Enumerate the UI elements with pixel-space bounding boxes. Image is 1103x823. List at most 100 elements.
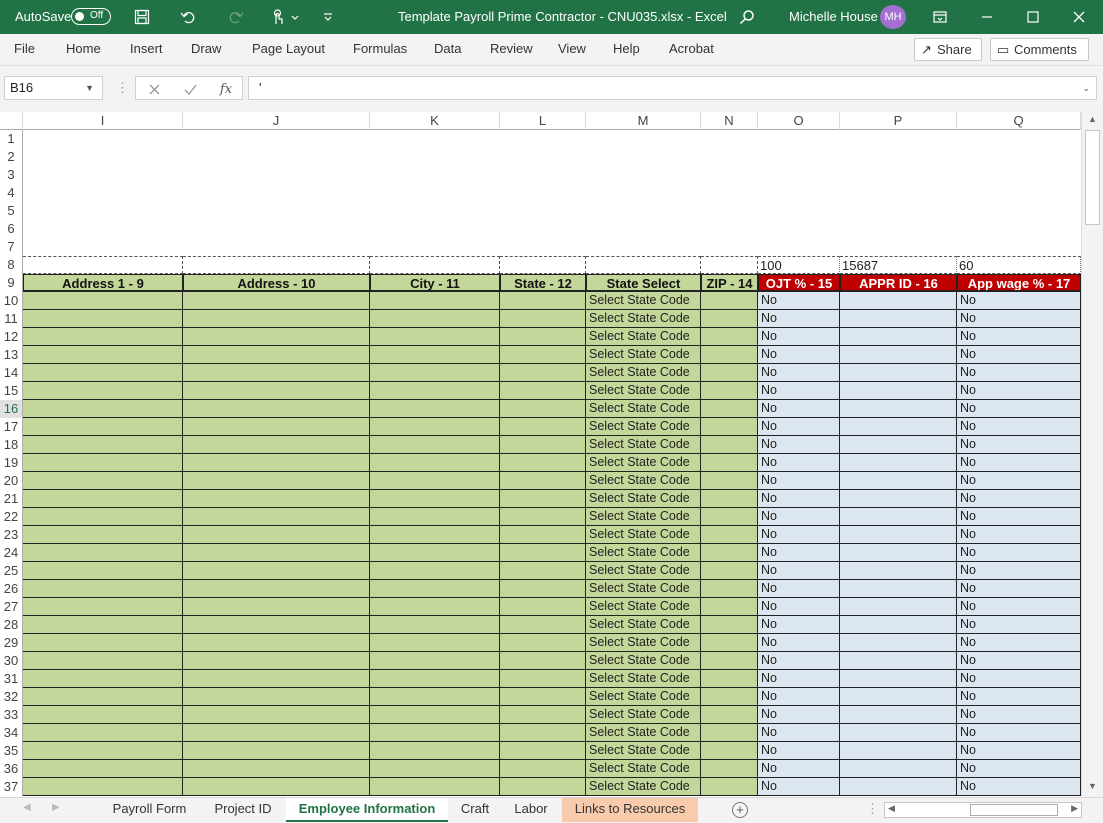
cell-k8[interactable] bbox=[370, 256, 500, 274]
cell-j28[interactable] bbox=[183, 616, 370, 634]
cell-n19[interactable] bbox=[701, 454, 758, 472]
column-header-o[interactable]: O bbox=[758, 112, 840, 130]
cell-l20[interactable] bbox=[500, 472, 586, 490]
user-name[interactable]: Michelle House bbox=[789, 0, 878, 34]
cell-o16[interactable]: No bbox=[758, 400, 840, 418]
cell-m31[interactable]: Select State Code bbox=[586, 670, 701, 688]
tab-split-icon[interactable]: ⋮ bbox=[866, 801, 879, 817]
cell-p21[interactable] bbox=[840, 490, 957, 508]
cell-o35[interactable]: No bbox=[758, 742, 840, 760]
column-header-l[interactable]: L bbox=[500, 112, 586, 130]
row-header[interactable]: 35 bbox=[0, 742, 23, 760]
cell-p32[interactable] bbox=[840, 688, 957, 706]
scroll-right-icon[interactable]: ▶ bbox=[1071, 803, 1078, 814]
cell-o28[interactable]: No bbox=[758, 616, 840, 634]
cell-l24[interactable] bbox=[500, 544, 586, 562]
cell-m16[interactable]: Select State Code bbox=[586, 400, 701, 418]
cell-m19[interactable]: Select State Code bbox=[586, 454, 701, 472]
cell-n12[interactable] bbox=[701, 328, 758, 346]
row-header[interactable]: 23 bbox=[0, 526, 23, 544]
cell-l32[interactable] bbox=[500, 688, 586, 706]
cell-l4[interactable] bbox=[500, 184, 586, 202]
cell-i12[interactable] bbox=[23, 328, 183, 346]
insert-function-icon[interactable]: fx bbox=[217, 81, 235, 97]
cell-p11[interactable] bbox=[840, 310, 957, 328]
cell-p22[interactable] bbox=[840, 508, 957, 526]
cell-m32[interactable]: Select State Code bbox=[586, 688, 701, 706]
cell-q5[interactable] bbox=[957, 202, 1081, 220]
cell-l34[interactable] bbox=[500, 724, 586, 742]
expand-formula-icon[interactable]: ⌄ bbox=[1082, 77, 1090, 99]
cell-o34[interactable]: No bbox=[758, 724, 840, 742]
cell-j11[interactable] bbox=[183, 310, 370, 328]
cell-n26[interactable] bbox=[701, 580, 758, 598]
cell-o7[interactable] bbox=[758, 238, 840, 256]
cell-p13[interactable] bbox=[840, 346, 957, 364]
cell-j3[interactable] bbox=[183, 166, 370, 184]
cell-k5[interactable] bbox=[370, 202, 500, 220]
cell-i10[interactable] bbox=[23, 292, 183, 310]
tab-insert[interactable]: Insert bbox=[130, 34, 163, 64]
next-sheet-icon[interactable]: ▶ bbox=[52, 802, 60, 813]
cell-k1[interactable] bbox=[370, 130, 500, 148]
tab-data[interactable]: Data bbox=[434, 34, 461, 64]
cell-i32[interactable] bbox=[23, 688, 183, 706]
cell-q26[interactable]: No bbox=[957, 580, 1081, 598]
share-button[interactable]: ↗ Share bbox=[914, 38, 982, 61]
cell-o25[interactable]: No bbox=[758, 562, 840, 580]
cell-i36[interactable] bbox=[23, 760, 183, 778]
cell-i19[interactable] bbox=[23, 454, 183, 472]
column-header-k[interactable]: K bbox=[370, 112, 500, 130]
cell-o36[interactable]: No bbox=[758, 760, 840, 778]
cell-k30[interactable] bbox=[370, 652, 500, 670]
cell-k10[interactable] bbox=[370, 292, 500, 310]
cell-p28[interactable] bbox=[840, 616, 957, 634]
row-header[interactable]: 18 bbox=[0, 436, 23, 454]
cell-i5[interactable] bbox=[23, 202, 183, 220]
cell-j12[interactable] bbox=[183, 328, 370, 346]
cell-q13[interactable]: No bbox=[957, 346, 1081, 364]
cell-o9[interactable]: OJT % - 15 bbox=[758, 274, 840, 292]
cell-j6[interactable] bbox=[183, 220, 370, 238]
cell-l7[interactable] bbox=[500, 238, 586, 256]
cell-k23[interactable] bbox=[370, 526, 500, 544]
cell-p18[interactable] bbox=[840, 436, 957, 454]
cell-k20[interactable] bbox=[370, 472, 500, 490]
cell-j30[interactable] bbox=[183, 652, 370, 670]
cell-k36[interactable] bbox=[370, 760, 500, 778]
cell-p8[interactable]: 15687 bbox=[840, 256, 957, 274]
cell-k28[interactable] bbox=[370, 616, 500, 634]
cell-l37[interactable] bbox=[500, 778, 586, 796]
cell-k25[interactable] bbox=[370, 562, 500, 580]
cell-q10[interactable]: No bbox=[957, 292, 1081, 310]
cell-k3[interactable] bbox=[370, 166, 500, 184]
cell-o1[interactable] bbox=[758, 130, 840, 148]
row-header[interactable]: 37 bbox=[0, 778, 23, 796]
cell-m11[interactable]: Select State Code bbox=[586, 310, 701, 328]
cell-n22[interactable] bbox=[701, 508, 758, 526]
cell-k7[interactable] bbox=[370, 238, 500, 256]
tab-page-layout[interactable]: Page Layout bbox=[252, 34, 325, 64]
cell-o26[interactable]: No bbox=[758, 580, 840, 598]
cell-p14[interactable] bbox=[840, 364, 957, 382]
cell-p31[interactable] bbox=[840, 670, 957, 688]
cell-k6[interactable] bbox=[370, 220, 500, 238]
cell-n2[interactable] bbox=[701, 148, 758, 166]
cell-q11[interactable]: No bbox=[957, 310, 1081, 328]
cell-m17[interactable]: Select State Code bbox=[586, 418, 701, 436]
cell-l27[interactable] bbox=[500, 598, 586, 616]
cell-l17[interactable] bbox=[500, 418, 586, 436]
cell-k19[interactable] bbox=[370, 454, 500, 472]
redo-icon[interactable] bbox=[224, 5, 248, 29]
cell-n4[interactable] bbox=[701, 184, 758, 202]
cell-m3[interactable] bbox=[586, 166, 701, 184]
cell-j37[interactable] bbox=[183, 778, 370, 796]
cell-j35[interactable] bbox=[183, 742, 370, 760]
row-header[interactable]: 26 bbox=[0, 580, 23, 598]
row-header[interactable]: 25 bbox=[0, 562, 23, 580]
cell-q34[interactable]: No bbox=[957, 724, 1081, 742]
sheet-tab-project-id[interactable]: Project ID bbox=[201, 798, 285, 822]
cell-o18[interactable]: No bbox=[758, 436, 840, 454]
cell-p9[interactable]: APPR ID - 16 bbox=[840, 274, 957, 292]
cell-q1[interactable] bbox=[957, 130, 1081, 148]
